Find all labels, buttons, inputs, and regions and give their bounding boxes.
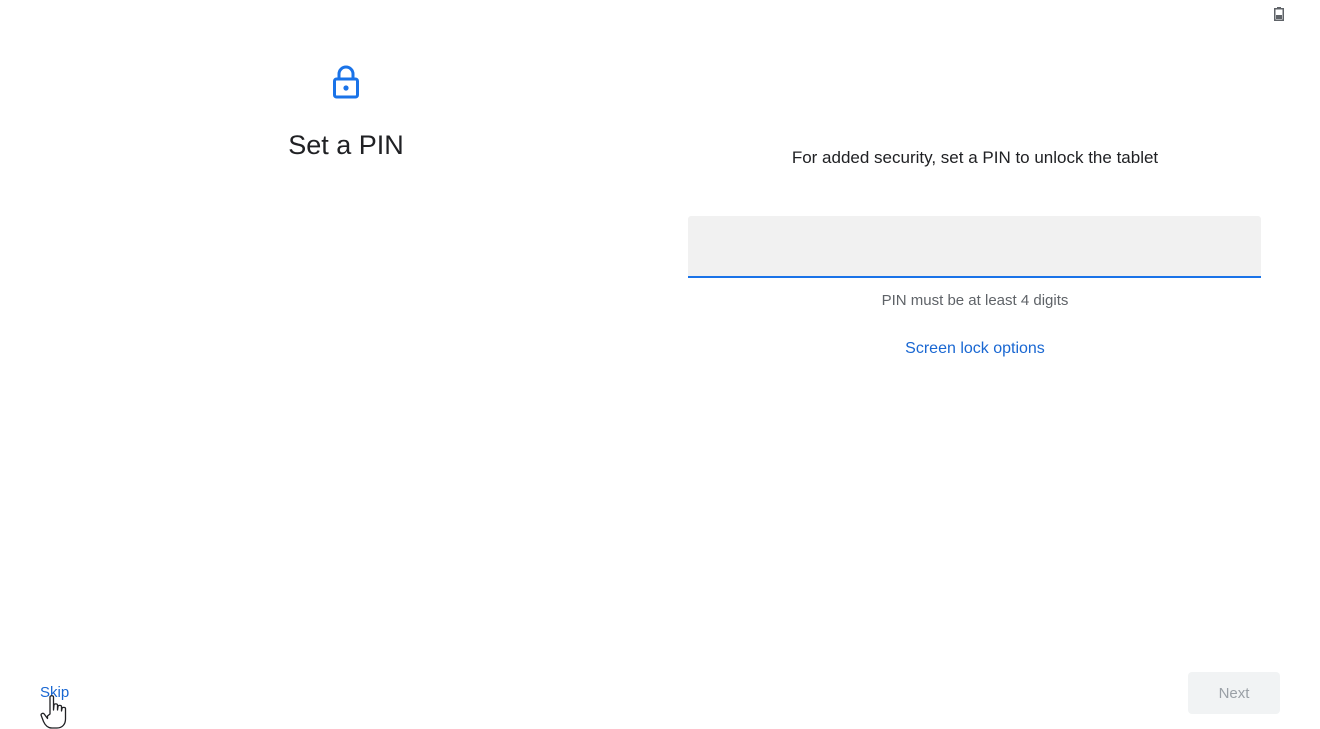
- page-title: Set a PIN: [288, 130, 404, 160]
- skip-button[interactable]: Skip: [40, 684, 69, 701]
- next-button[interactable]: Next: [1188, 672, 1280, 714]
- lock-icon: [330, 64, 362, 100]
- screen-lock-options-link[interactable]: Screen lock options: [688, 340, 1262, 358]
- pin-input[interactable]: [688, 216, 1261, 278]
- pin-hint: PIN must be at least 4 digits: [881, 292, 1069, 309]
- setup-screen: Set a PIN For added security, set a PIN …: [0, 0, 1320, 729]
- battery-icon: [1274, 7, 1284, 21]
- description-text: For added security, set a PIN to unlock …: [791, 148, 1159, 167]
